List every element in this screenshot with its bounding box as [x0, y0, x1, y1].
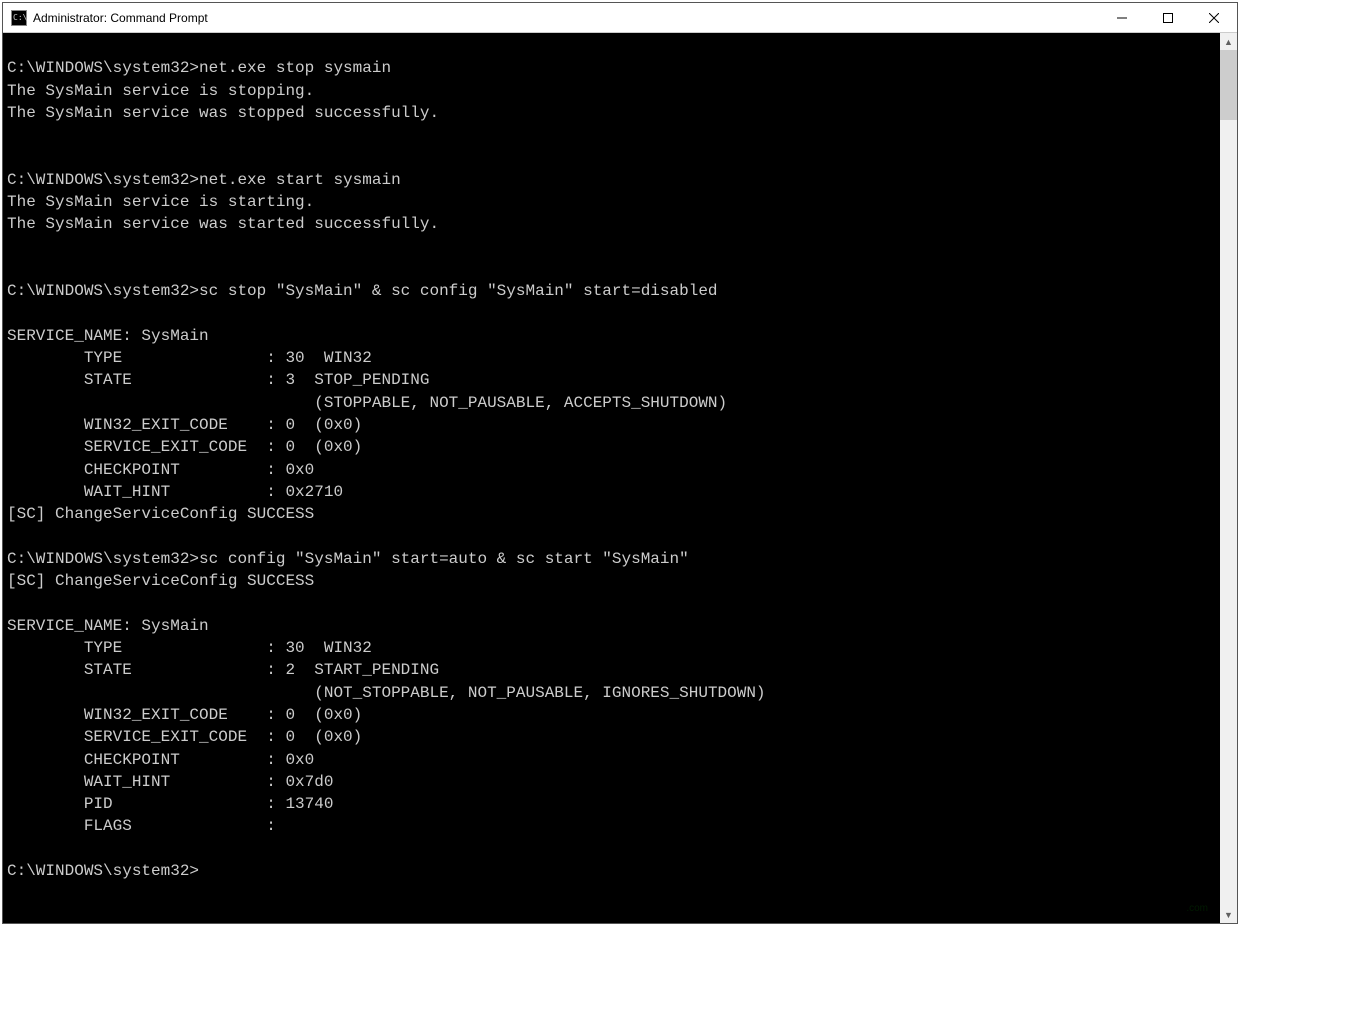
maximize-button[interactable] — [1145, 3, 1191, 32]
minimize-button[interactable] — [1099, 3, 1145, 32]
window-controls — [1099, 3, 1237, 32]
scroll-down-button[interactable]: ▼ — [1220, 906, 1237, 923]
cmd-window: C:\ Administrator: Command Prompt C:\WIN… — [2, 2, 1238, 924]
cmd-icon: C:\ — [11, 10, 27, 26]
titlebar[interactable]: C:\ Administrator: Command Prompt — [3, 3, 1237, 33]
scroll-thumb[interactable] — [1220, 50, 1237, 120]
client-area: C:\WINDOWS\system32>net.exe stop sysmain… — [3, 33, 1237, 923]
scroll-up-button[interactable]: ▲ — [1220, 33, 1237, 50]
vertical-scrollbar[interactable]: ▲ ▼ — [1220, 33, 1237, 923]
terminal-output[interactable]: C:\WINDOWS\system32>net.exe stop sysmain… — [3, 33, 1220, 923]
close-button[interactable] — [1191, 3, 1237, 32]
window-title: Administrator: Command Prompt — [33, 11, 1099, 25]
